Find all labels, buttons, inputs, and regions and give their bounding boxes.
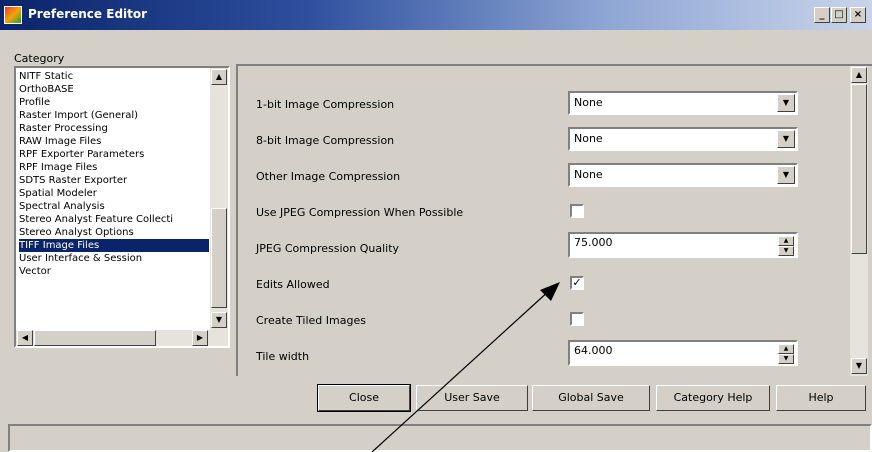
check-icon: ✓ <box>572 276 582 289</box>
one-bit-compression-label: 1-bit Image Compression <box>256 98 395 111</box>
category-help-button[interactable]: Category Help <box>656 385 770 411</box>
combo-value: None <box>574 96 603 109</box>
list-item[interactable]: RPF Exporter Parameters <box>19 148 209 161</box>
spin-up-icon[interactable]: ▲ <box>778 344 794 354</box>
create-tiled-checkbox[interactable] <box>570 312 584 326</box>
spin-down-icon[interactable]: ▼ <box>778 246 794 256</box>
combo-value: None <box>574 132 603 145</box>
spinner-value: 64.000 <box>574 344 613 357</box>
list-item[interactable]: Vector <box>19 265 209 278</box>
category-horizontal-scrollbar[interactable]: ◀ ▶ <box>16 330 228 346</box>
use-jpeg-checkbox[interactable] <box>570 204 584 218</box>
preferences-panel: 1-bit Image Compression None ▼ 8-bit Ima… <box>236 64 872 376</box>
jpeg-quality-spinner[interactable]: 75.000 ▲ ▼ <box>568 232 798 258</box>
window-title: Preference Editor <box>28 7 148 21</box>
list-item[interactable]: RAW Image Files <box>19 135 209 148</box>
jpeg-quality-label: JPEG Compression Quality <box>256 242 400 255</box>
spin-up-icon[interactable]: ▲ <box>778 236 794 246</box>
list-item[interactable]: Profile <box>19 96 209 109</box>
list-item[interactable]: User Interface & Session <box>19 252 209 265</box>
list-item[interactable]: Stereo Analyst Feature Collecti <box>19 213 209 226</box>
list-item[interactable]: RPF Image Files <box>19 161 209 174</box>
spin-down-icon[interactable]: ▼ <box>778 354 794 364</box>
tile-width-spinner[interactable]: 64.000 ▲ ▼ <box>568 340 798 366</box>
close-window-button[interactable]: × <box>850 7 866 23</box>
maximize-button[interactable]: □ <box>831 7 847 23</box>
other-compression-select[interactable]: None ▼ <box>568 163 798 187</box>
combo-value: None <box>574 168 603 181</box>
create-tiled-label: Create Tiled Images <box>256 314 366 327</box>
scroll-right-icon[interactable]: ▶ <box>192 330 208 346</box>
tile-width-label: Tile width <box>256 350 310 363</box>
app-icon <box>4 6 22 24</box>
chevron-down-icon[interactable]: ▼ <box>777 94 795 112</box>
scroll-down-icon[interactable]: ▼ <box>851 358 867 374</box>
edits-allowed-label: Edits Allowed <box>256 278 330 291</box>
chevron-down-icon[interactable]: ▼ <box>777 166 795 184</box>
eight-bit-compression-label: 8-bit Image Compression <box>256 134 395 147</box>
preference-editor-window: Preference Editor _ □ × Category NITF St… <box>0 0 872 452</box>
list-item[interactable]: Raster Import (General) <box>19 109 209 122</box>
scroll-up-icon[interactable]: ▲ <box>211 69 227 85</box>
edits-allowed-checkbox[interactable]: ✓ <box>570 276 584 290</box>
use-jpeg-label: Use JPEG Compression When Possible <box>256 206 464 219</box>
close-button[interactable]: Close <box>317 384 411 412</box>
scroll-thumb[interactable] <box>851 84 867 254</box>
title-bar[interactable]: Preference Editor _ □ × <box>0 0 872 30</box>
preferences-vertical-scrollbar[interactable]: ▲ ▼ <box>850 66 868 376</box>
help-button[interactable]: Help <box>776 385 866 411</box>
global-save-button[interactable]: Global Save <box>532 385 650 411</box>
eight-bit-compression-select[interactable]: None ▼ <box>568 127 798 151</box>
scroll-left-icon[interactable]: ◀ <box>17 330 33 346</box>
spinner-value: 75.000 <box>574 236 613 249</box>
chevron-down-icon[interactable]: ▼ <box>777 130 795 148</box>
list-item-selected[interactable]: TIFF Image Files <box>19 239 209 252</box>
category-vertical-scrollbar[interactable]: ▲ ▼ <box>210 68 228 330</box>
minimize-button[interactable]: _ <box>814 7 830 23</box>
list-item[interactable]: OrthoBASE <box>19 83 209 96</box>
scroll-thumb[interactable] <box>211 208 227 308</box>
scroll-down-icon[interactable]: ▼ <box>211 312 227 328</box>
list-item[interactable]: Raster Processing <box>19 122 209 135</box>
other-compression-label: Other Image Compression <box>256 170 401 183</box>
list-item[interactable]: Spatial Modeler <box>19 187 209 200</box>
list-item[interactable]: Spectral Analysis <box>19 200 209 213</box>
scroll-thumb[interactable] <box>34 330 156 346</box>
scroll-up-icon[interactable]: ▲ <box>851 67 867 83</box>
category-list[interactable]: NITF Static OrthoBASE Profile Raster Imp… <box>14 66 230 348</box>
status-bar <box>8 424 872 452</box>
list-item[interactable]: Stereo Analyst Options <box>19 226 209 239</box>
category-label: Category <box>14 52 65 65</box>
list-item[interactable]: NITF Static <box>19 70 209 83</box>
list-item[interactable]: SDTS Raster Exporter <box>19 174 209 187</box>
user-save-button[interactable]: User Save <box>416 385 528 411</box>
one-bit-compression-select[interactable]: None ▼ <box>568 91 798 115</box>
